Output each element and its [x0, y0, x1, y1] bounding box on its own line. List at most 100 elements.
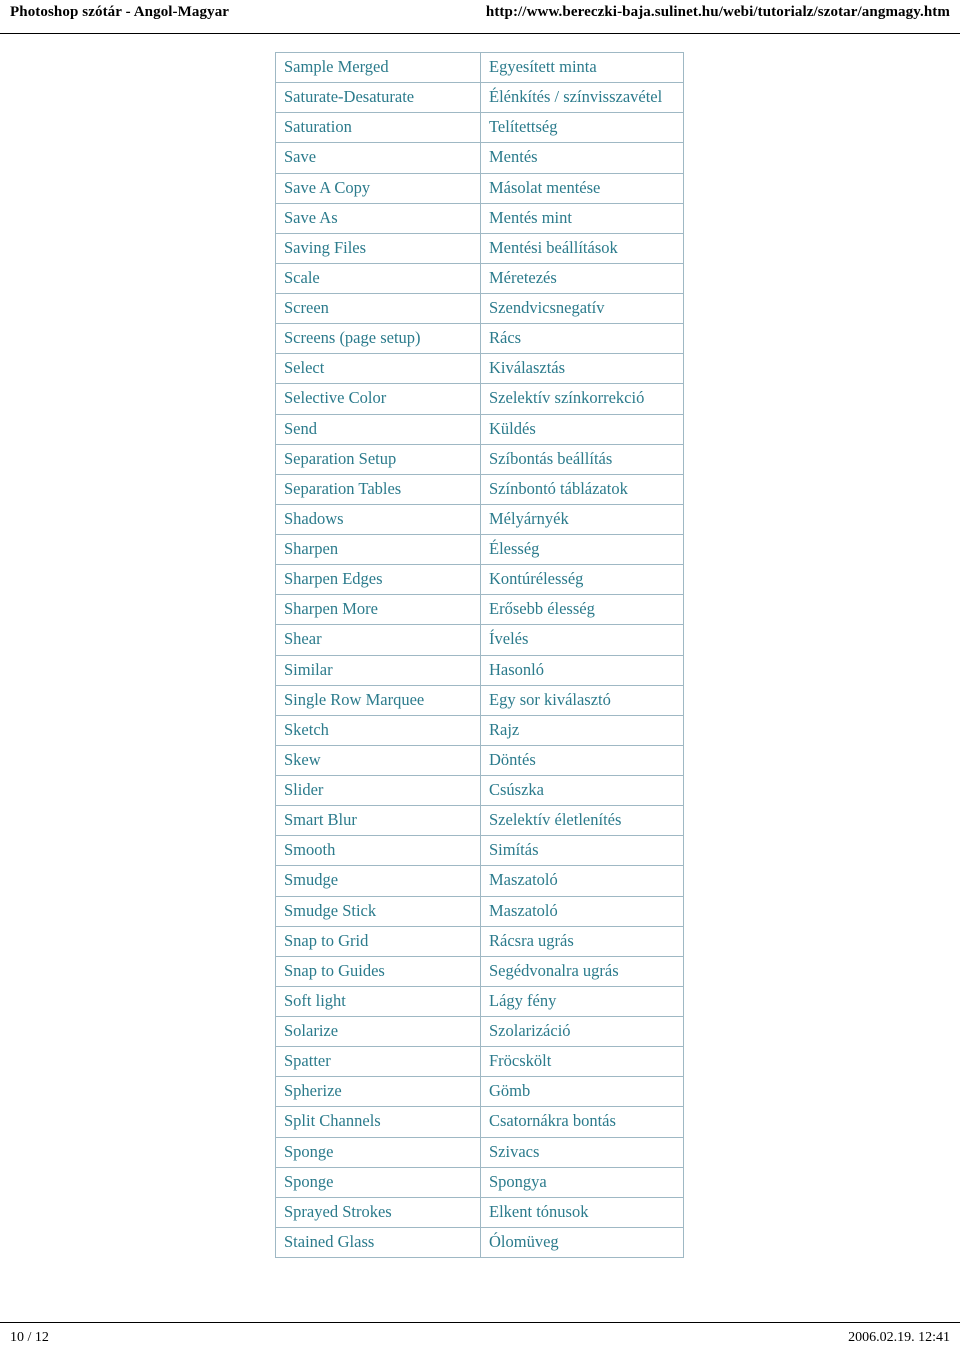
term-hungarian: Másolat mentése	[480, 172, 684, 204]
term-hungarian: Erősebb élesség	[480, 594, 684, 626]
table-row: Screen Szendvicsnegatív	[275, 292, 684, 325]
table-row: Sponge Spongya	[275, 1166, 684, 1198]
table-row: Sharpen Élesség	[275, 533, 684, 566]
glossary-content: Sample Merged Egyesített minta Saturate-De…	[275, 51, 684, 1259]
table-row: Smooth Simítás	[275, 835, 684, 867]
term-hungarian: Kiválasztás	[480, 353, 684, 385]
table-row: Saturate-Desaturate Élénkítés / színvissz…	[275, 82, 684, 114]
term-english: Spatter	[275, 1046, 481, 1078]
term-english: Smudge	[275, 865, 481, 897]
table-row: Sample Merged Egyesített minta	[275, 51, 684, 84]
table-row: Sprayed Strokes Elkent tónusok	[275, 1196, 684, 1228]
term-english: Screen	[275, 292, 481, 325]
page-header: Photoshop szótár - Angol-Magyar http://w…	[0, 0, 960, 34]
table-row: Screens (page setup) Rács	[275, 323, 684, 355]
term-english: Snap to Grid	[275, 925, 481, 957]
table-row: Spherize Gömb	[275, 1076, 684, 1108]
table-row: Save Mentés	[275, 142, 684, 174]
term-english: Sharpen	[275, 533, 481, 566]
table-row: Save As Mentés mint	[275, 202, 684, 234]
term-english: Smart Blur	[275, 805, 481, 837]
term-english: Spherize	[275, 1076, 481, 1108]
term-hungarian: Szivacs	[480, 1136, 684, 1168]
page-footer: 10 / 12 2006.02.19. 12:41	[0, 1322, 960, 1354]
table-row: Spatter Fröcskölt	[275, 1046, 684, 1078]
term-english: Save	[275, 142, 481, 174]
table-row: Scale Méretezés	[275, 262, 684, 295]
print-timestamp: 2006.02.19. 12:41	[848, 1330, 950, 1345]
table-row: Sharpen Edges Kontúrélesség	[275, 564, 684, 596]
term-hungarian: Szíbontás beállítás	[480, 443, 684, 475]
term-hungarian: Egyesített minta	[480, 51, 684, 84]
table-row: Split Channels Csatornákra bontás	[275, 1106, 684, 1138]
table-row: Similar Hasonló	[275, 654, 684, 686]
table-row: Sponge Szivacs	[275, 1136, 684, 1168]
term-hungarian: Gömb	[480, 1076, 684, 1108]
term-english: Saving Files	[275, 232, 481, 264]
table-row: Smart Blur Szelektív életlenítés	[275, 805, 684, 837]
table-row: Select Kiválasztás	[275, 353, 684, 385]
term-hungarian: Mentési beállítások	[480, 232, 684, 264]
term-hungarian: Rajz	[480, 714, 684, 746]
term-english: Select	[275, 353, 481, 385]
term-english: Sample Merged	[275, 51, 481, 84]
term-english: Smudge Stick	[275, 895, 481, 927]
document-page: Photoshop szótár - Angol-Magyar http://w…	[0, 0, 960, 1354]
term-english: Soft light	[275, 985, 481, 1018]
term-hungarian: Kontúrélesség	[480, 564, 684, 596]
term-english: Smooth	[275, 835, 481, 867]
term-hungarian: Csúszka	[480, 774, 684, 807]
term-hungarian: Mentés	[480, 142, 684, 174]
term-hungarian: Méretezés	[480, 262, 684, 295]
term-hungarian: Maszatoló	[480, 865, 684, 897]
table-row: Solarize Szolarizáció	[275, 1015, 684, 1048]
term-english: Save A Copy	[275, 172, 481, 204]
term-english: Sponge	[275, 1136, 481, 1168]
term-hungarian: Segédvonalra ugrás	[480, 955, 684, 987]
term-hungarian: Szelektív színkorrekció	[480, 383, 684, 415]
term-english: Saturation	[275, 112, 481, 144]
table-row: Sharpen More Erősebb élesség	[275, 594, 684, 626]
term-english: Shear	[275, 624, 481, 656]
table-row: Stained Glass Ólomüveg	[275, 1226, 684, 1259]
term-english: Separation Tables	[275, 473, 481, 505]
term-english: Separation Setup	[275, 443, 481, 475]
table-row: Single Row Marquee Egy sor kiválasztó	[275, 684, 684, 716]
table-row: Snap to Grid Rácsra ugrás	[275, 925, 684, 957]
table-row: Separation Setup Szíbontás beállítás	[275, 443, 684, 475]
term-english: Stained Glass	[275, 1226, 481, 1259]
term-hungarian: Rács	[480, 323, 684, 355]
table-row: Separation Tables Színbontó táblázatok	[275, 473, 684, 505]
term-hungarian: Szendvicsnegatív	[480, 292, 684, 325]
term-hungarian: Rácsra ugrás	[480, 925, 684, 957]
table-row: Selective Color Szelektív színkorrekció	[275, 383, 684, 415]
term-english: Screens (page setup)	[275, 323, 481, 355]
glossary-table-body: Sample Merged Egyesített minta Saturate-De…	[275, 51, 684, 1259]
table-row: Smudge Stick Maszatoló	[275, 895, 684, 927]
term-hungarian: Simítás	[480, 835, 684, 867]
term-hungarian: Színbontó táblázatok	[480, 473, 684, 505]
term-hungarian: Csatornákra bontás	[480, 1106, 684, 1138]
document-title: Photoshop szótár - Angol-Magyar	[10, 4, 230, 20]
table-row: Sketch Rajz	[275, 714, 684, 746]
term-english: Snap to Guides	[275, 955, 481, 987]
term-hungarian: Küldés	[480, 413, 684, 445]
term-english: Sharpen More	[275, 594, 481, 626]
term-hungarian: Maszatoló	[480, 895, 684, 927]
term-hungarian: Szolarizáció	[480, 1015, 684, 1048]
term-hungarian: Lágy fény	[480, 985, 684, 1018]
term-english: Saturate-Desaturate	[275, 82, 481, 114]
table-row: Soft light Lágy fény	[275, 985, 684, 1018]
term-english: Selective Color	[275, 383, 481, 415]
term-english: Single Row Marquee	[275, 684, 481, 716]
term-hungarian: Mélyárnyék	[480, 503, 684, 536]
table-row: Save A Copy Másolat mentése	[275, 172, 684, 204]
table-row: Saving Files Mentési beállítások	[275, 232, 684, 264]
term-hungarian: Hasonló	[480, 654, 684, 686]
table-row: Shear Ívelés	[275, 624, 684, 656]
source-url: http://www.bereczki-baja.sulinet.hu/webi…	[485, 4, 950, 20]
term-hungarian: Telítettség	[480, 112, 684, 144]
table-row: Skew Döntés	[275, 744, 684, 777]
table-row: Shadows Mélyárnyék	[275, 503, 684, 536]
table-row: Smudge Maszatoló	[275, 865, 684, 897]
